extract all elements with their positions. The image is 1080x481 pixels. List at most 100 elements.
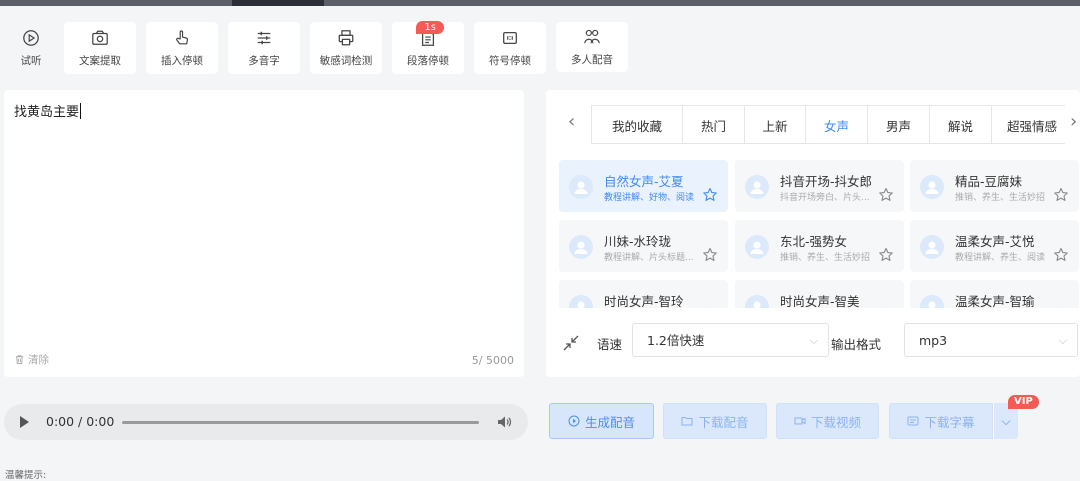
star-icon[interactable] [1053, 307, 1069, 308]
audio-player: 0:00 / 0:00 [4, 404, 528, 440]
voice-card[interactable]: 精品-豆腐妹 推销、养生、生活妙招 [910, 160, 1079, 212]
voice-card[interactable]: 时尚女声-智美 [735, 280, 904, 308]
generate-button[interactable]: 生成配音 [549, 403, 654, 439]
star-icon[interactable] [702, 187, 718, 203]
printer-icon [338, 29, 354, 45]
collapse-icon[interactable] [562, 334, 580, 352]
voice-name: 川妹-水玲珑 [604, 234, 672, 249]
tabs-next-icon[interactable]: › [1070, 111, 1077, 132]
tool-label: 多人配音 [571, 53, 613, 66]
tool-label: 符号停顿 [489, 54, 531, 67]
speed-select[interactable]: 1.2倍快速 ⌵ [632, 323, 829, 357]
tool-extract-text-button[interactable]: 文案提取 [64, 22, 136, 74]
voice-avatar-icon [569, 175, 593, 199]
vip-badge: VIP [1008, 395, 1039, 409]
voice-name: 时尚女声-智美 [780, 294, 860, 308]
download-audio-button[interactable]: 下载配音 [663, 403, 767, 439]
clear-button[interactable]: 清除 [14, 352, 49, 367]
text-editor[interactable]: 找黄岛主要 清除 5/ 5000 [4, 90, 524, 377]
subtitle-icon [907, 416, 919, 426]
download-video-button[interactable]: 下载视频 [776, 403, 879, 439]
voice-tabs: ‹ 我的收藏 热门 上新 女声 男声 解说 超强情感 › [546, 105, 1080, 144]
voice-card[interactable]: 川妹-水玲珑 教程讲解、片头标题... [559, 220, 728, 272]
tool-symbol-pause-button[interactable]: 符号停顿 [474, 22, 546, 74]
star-icon[interactable] [702, 247, 718, 263]
audio-progress-track[interactable] [122, 421, 479, 424]
video-icon [794, 417, 806, 425]
top-bar-marker [232, 0, 324, 6]
play-circle-icon [568, 415, 580, 427]
chevron-down-icon: ⌵ [1058, 334, 1067, 347]
tab-favorites[interactable]: 我的收藏 [591, 106, 682, 143]
voice-card[interactable]: 东北-强势女 推销、养生、生活妙招 [735, 220, 904, 272]
speed-value: 1.2倍快速 [647, 333, 705, 348]
voice-grid: 自然女声-艾夏 教程讲解、好物、阅读 抖音开场-抖女郎 抖音开场旁白、片头... 精品-… [559, 160, 1080, 308]
star-icon[interactable] [878, 247, 894, 263]
voice-tags: 教程讲解、养生、阅读 [955, 253, 1046, 263]
top-bar [0, 0, 1080, 6]
star-icon[interactable] [878, 187, 894, 203]
folder-icon [681, 417, 693, 426]
voice-card[interactable]: 温柔女声-艾悦教程讲解、养生、阅读 [910, 220, 1079, 272]
tool-paragraph-pause-button[interactable]: 1s 段落停顿 [392, 21, 464, 74]
voice-name: 东北-强势女 [780, 234, 848, 249]
download-subtitle-button[interactable]: 下载字幕 [889, 403, 993, 439]
tabs-prev-icon[interactable]: ‹ [568, 111, 575, 132]
voice-tags: 教程讲解、好物、阅读 [604, 193, 695, 203]
tool-label: 文案提取 [79, 54, 121, 67]
multi-user-icon [584, 29, 600, 43]
tab-narration[interactable]: 解说 [929, 106, 991, 143]
tool-polyphone-button[interactable]: 多音字 [228, 22, 300, 74]
voice-name: 自然女声-艾夏 [604, 174, 684, 189]
voice-name: 抖音开场-抖女郎 [780, 174, 873, 189]
pause-symbol-icon [503, 31, 517, 44]
star-icon[interactable] [1053, 187, 1069, 203]
star-icon[interactable] [702, 307, 718, 308]
download-subtitle-label: 下载字幕 [924, 414, 975, 430]
tab-hot[interactable]: 热门 [682, 106, 744, 143]
play-circle-icon [23, 29, 39, 46]
voice-panel: ‹ 我的收藏 热门 上新 女声 男声 解说 超强情感 › 自然女声-艾夏教程讲解… [546, 90, 1080, 377]
voice-avatar-icon [745, 175, 769, 199]
voice-name: 温柔女声-艾悦 [955, 234, 1035, 249]
volume-icon[interactable] [496, 414, 512, 430]
char-count: 5/ 5000 [471, 354, 514, 367]
tab-emotion[interactable]: 超强情感 [991, 106, 1065, 143]
tool-sensitive-check-button[interactable]: 敏感词检测 [310, 22, 382, 74]
format-select[interactable]: mp3 ⌵ [904, 323, 1078, 357]
download-audio-label: 下载配音 [698, 414, 749, 430]
voice-card[interactable]: 时尚女声-智玲 [559, 280, 728, 308]
play-icon[interactable] [20, 416, 29, 428]
voice-name: 温柔女声-智瑜 [955, 294, 1035, 308]
voice-card[interactable]: 自然女声-艾夏教程讲解、好物、阅读 [559, 160, 728, 212]
tab-male[interactable]: 男声 [867, 106, 929, 143]
voice-name: 时尚女声-智玲 [604, 294, 684, 308]
editor-content[interactable]: 找黄岛主要 [14, 101, 82, 120]
tool-label: 段落停顿 [407, 54, 449, 67]
chevron-down-icon: ⌵ [809, 334, 818, 347]
clear-label: 清除 [28, 354, 49, 366]
star-icon[interactable] [878, 307, 894, 308]
voice-card[interactable]: 温柔女声-智瑜 [910, 280, 1079, 308]
voice-tags: 推销、养生、生活妙招 [955, 193, 1046, 203]
voice-card[interactable]: 抖音开场-抖女郎抖音开场旁白、片头... [735, 160, 904, 212]
format-value: mp3 [919, 333, 948, 348]
tab-female[interactable]: 女声 [805, 106, 867, 143]
tab-new[interactable]: 上新 [744, 106, 805, 143]
tool-preview-button[interactable]: 试听 [4, 22, 58, 74]
audio-time: 0:00 / 0:00 [46, 414, 115, 429]
voice-avatar-icon [920, 235, 944, 259]
download-video-label: 下载视频 [810, 414, 861, 430]
camera-icon [92, 30, 108, 45]
voice-avatar-icon [920, 295, 944, 308]
generate-label: 生成配音 [584, 414, 635, 430]
tool-label: 敏感词检测 [319, 54, 373, 67]
tool-insert-pause-button[interactable]: 插入停顿 [146, 22, 218, 74]
voice-avatar-icon [920, 175, 944, 199]
voice-settings: 语速 1.2倍快速 ⌵ 输出格式 mp3 ⌵ [546, 322, 1080, 362]
sliders-icon [257, 31, 271, 44]
tool-multi-voice-button[interactable]: 多人配音 [556, 22, 628, 72]
voice-tags: 抖音开场旁白、片头... [780, 193, 870, 203]
star-icon[interactable] [1053, 247, 1069, 263]
voice-avatar-icon [569, 235, 593, 259]
